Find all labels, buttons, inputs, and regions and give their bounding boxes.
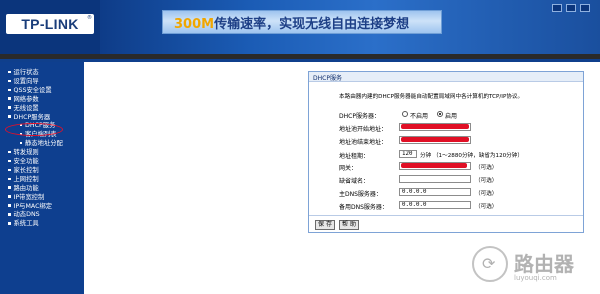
sidebar-item[interactable]: 路由功能 — [8, 183, 39, 192]
header-separator-blue — [0, 59, 600, 62]
end-address-redaction — [401, 137, 469, 142]
lease-note: 分钟 （1～2880分钟，缺省为120分钟） — [420, 153, 523, 159]
gateway-redaction — [401, 163, 467, 168]
lease-input[interactable]: 120 — [399, 150, 417, 158]
sidebar-item[interactable]: DHCP服务器 — [8, 112, 50, 121]
highlight-circle — [5, 123, 63, 136]
watermark: ⟳ 路由器 luyouqi.com — [468, 238, 598, 294]
dns-secondary-input[interactable]: 0.0.0.0 — [399, 201, 471, 209]
slogan-accent: 300M — [174, 17, 215, 32]
sidebar-item[interactable]: 转发规则 — [8, 147, 39, 156]
watermark-arrow-icon: ⟳ — [482, 254, 496, 273]
panel-description: 本路由器内建的DHCP服务器能自动配置局域网中各计算机的TCP/IP协议。 — [339, 94, 524, 100]
slogan-text: 传输速率，实现无线自由连接梦想 — [214, 17, 410, 32]
start-address-redaction — [401, 124, 469, 129]
sidebar-item[interactable]: 动态DNS — [8, 209, 40, 218]
domain-label: 缺省域名： — [339, 178, 370, 185]
sidebar-item-label: 系统工具 — [13, 220, 39, 228]
domain-input[interactable] — [399, 175, 471, 183]
window-minimize-icon[interactable] — [552, 4, 562, 12]
bullet-icon — [8, 168, 11, 172]
dns-secondary-note: （可选） — [475, 204, 498, 210]
panel-title: DHCP服务 — [313, 75, 342, 82]
watermark-url: luyouqi.com — [514, 274, 557, 282]
bullet-icon — [8, 70, 11, 74]
header-banner: TP-LINK ® 300M传输速率，实现无线自由连接梦想 — [0, 0, 600, 54]
gateway-note: （可选） — [475, 165, 498, 171]
bullet-icon — [8, 97, 11, 100]
bullet-icon — [8, 115, 11, 118]
tp-link-logo: TP-LINK ® — [6, 14, 94, 34]
bullet-icon — [8, 213, 11, 216]
panel-title-bar: DHCP服务 — [309, 72, 583, 82]
bullet-icon — [8, 204, 11, 207]
window-maximize-icon[interactable] — [566, 4, 576, 12]
sidebar-item[interactable]: IP带宽控制 — [8, 192, 44, 201]
help-button[interactable]: 帮 助 — [339, 220, 359, 230]
dns-primary-note: （可选） — [475, 191, 498, 197]
sidebar-item[interactable]: 静态地址分配 — [20, 138, 63, 147]
bullet-icon — [8, 106, 11, 109]
dns-secondary-label: 备用DNS服务器： — [339, 204, 388, 211]
panel-divider — [309, 215, 583, 216]
window-close-icon[interactable] — [580, 4, 590, 12]
sidebar-item[interactable]: IP与MAC绑定 — [8, 201, 52, 210]
dhcp-on-label: 启用 — [445, 113, 458, 120]
sidebar-item[interactable]: 设置向导 — [8, 76, 39, 85]
domain-note: （可选） — [475, 178, 498, 184]
sidebar-item[interactable]: 系统工具 — [8, 218, 39, 227]
sidebar-item[interactable]: 无线设置 — [8, 103, 39, 112]
bullet-icon — [8, 177, 11, 181]
end-address-label: 地址池结束地址： — [339, 139, 388, 146]
dhcp-panel: DHCP服务 本路由器内建的DHCP服务器能自动配置局域网中各计算机的TCP/I… — [308, 71, 584, 233]
logo-text: TP-LINK — [21, 16, 79, 32]
bullet-icon — [8, 79, 11, 83]
sidebar-item[interactable]: 家长控制 — [8, 165, 39, 174]
watermark-text: 路由器 — [514, 252, 574, 276]
gateway-label: 网关： — [339, 165, 358, 172]
dhcp-on-radio[interactable] — [437, 111, 443, 117]
bullet-icon — [8, 88, 11, 92]
logo-registered-mark: ® — [87, 15, 92, 21]
bullet-icon — [8, 150, 11, 154]
header-slogan: 300M传输速率，实现无线自由连接梦想 — [174, 13, 409, 32]
sidebar-item[interactable]: 安全功能 — [8, 156, 39, 165]
lease-label: 地址租期： — [339, 153, 370, 160]
dhcp-server-label: DHCP服务器： — [339, 113, 380, 120]
bullet-icon — [8, 222, 11, 225]
dhcp-off-label: 不启用 — [410, 113, 429, 120]
bullet-icon — [20, 142, 22, 145]
sidebar-item[interactable]: QSS安全设置 — [8, 85, 52, 94]
dns-primary-label: 主DNS服务器： — [339, 191, 382, 198]
save-button[interactable]: 保 存 — [315, 220, 335, 230]
bullet-icon — [8, 195, 11, 198]
logo-area: TP-LINK ® — [0, 0, 100, 54]
sidebar-item[interactable]: 网络参数 — [8, 94, 39, 103]
dns-primary-input[interactable]: 0.0.0.0 — [399, 188, 471, 196]
sidebar-item[interactable]: 上网控制 — [8, 174, 39, 183]
start-address-label: 地址池开始地址： — [339, 126, 388, 133]
sidebar-item[interactable]: 运行状态 — [8, 67, 39, 76]
dhcp-off-radio[interactable] — [402, 111, 408, 117]
bullet-icon — [8, 186, 11, 189]
bullet-icon — [8, 159, 11, 163]
